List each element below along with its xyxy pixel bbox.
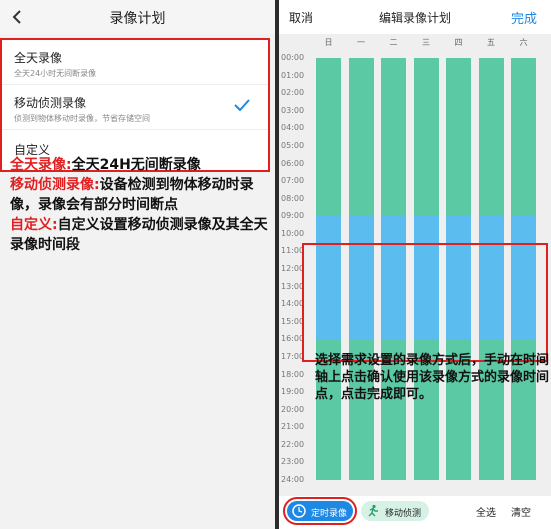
right-screen: 取消 编辑录像计划 完成 日 一 二 三 四 五 六 00:00 01:00 02:00 03:0…	[279, 0, 551, 529]
right-annotation: 选择需求设置的录像方式后，手动在时间轴上点击确认使用该录像方式的录像时间点，点击…	[315, 353, 550, 402]
clear-button[interactable]: 清空	[511, 504, 531, 519]
right-header: 取消 编辑录像计划 完成	[279, 0, 551, 34]
schedule-footer: 定时录像 移动侦测 全选 清空	[279, 496, 551, 529]
time-label: 24:00	[281, 475, 305, 484]
time-label: 10:00	[281, 228, 305, 238]
time-label: 23:00	[281, 457, 305, 467]
schedule-grid: 日 一 二 三 四 五 六 00:00 01:00 02:00 03:00 04:00 05:00 06…	[279, 34, 551, 496]
left-body: 全天录像 全天24小时无间断录像 移动侦测录像 侦测到物体移动时录像，节省存储空…	[0, 34, 275, 529]
time-label: 06:00	[281, 158, 305, 168]
day-label: 四	[454, 38, 463, 47]
page-title: 录像计划	[109, 11, 166, 27]
time-label: 22:00	[281, 439, 305, 449]
checkmark-icon	[234, 99, 250, 111]
motion-detect-button[interactable]: 移动侦测	[361, 501, 429, 521]
option-title: 全天录像	[14, 51, 63, 65]
time-label: 08:00	[281, 193, 305, 203]
running-person-icon	[368, 504, 378, 517]
timed-recording-button[interactable]: 定时录像	[283, 497, 357, 525]
selection-highlight	[302, 243, 548, 362]
time-label: 05:00	[281, 140, 305, 150]
option-subtitle: 侦测到物体移动时录像，节省存储空间	[14, 114, 150, 123]
time-label: 19:00	[281, 387, 305, 397]
time-label: 04:00	[281, 123, 305, 133]
left-annotation: 全天录像:全天24H无间断录像 移动侦测录像:设备检测到物体移动时录像，录像会有…	[10, 155, 268, 255]
annotation-label: 移动侦测录像:	[10, 177, 100, 193]
time-label: 07:00	[281, 176, 305, 186]
done-button[interactable]: 完成	[511, 8, 537, 27]
option-motion-detect[interactable]: 移动侦测录像 侦测到物体移动时录像，节省存储空间	[2, 85, 268, 130]
time-label: 09:00	[281, 211, 305, 221]
annotation-label: 自定义:	[10, 217, 58, 233]
option-title: 移动侦测录像	[14, 96, 87, 110]
day-label: 一	[357, 38, 365, 47]
day-header: 日一二三四五六	[279, 34, 551, 50]
time-label: 21:00	[281, 422, 305, 432]
time-label: 00:00	[281, 53, 305, 62]
left-header: 录像计划	[0, 0, 275, 34]
day-label: 六	[519, 38, 528, 47]
option-subtitle: 全天24小时无间断录像	[14, 69, 97, 78]
day-label: 五	[487, 38, 495, 47]
day-label: 日	[324, 38, 333, 47]
time-label: 20:00	[281, 404, 305, 414]
time-label: 03:00	[281, 105, 305, 115]
annotation-text: 全天24H无间断录像	[71, 157, 201, 173]
clock-icon	[292, 504, 306, 518]
time-label: 02:00	[281, 88, 305, 98]
left-screen: 录像计划 全天录像 全天24小时无间断录像 移动侦测录像 侦测到物体移动时录像，…	[0, 0, 275, 529]
day-label: 三	[422, 38, 430, 47]
option-all-day[interactable]: 全天录像 全天24小时无间断录像	[2, 40, 268, 85]
timed-recording-label: 定时录像	[311, 509, 348, 519]
options-list: 全天录像 全天24小时无间断录像 移动侦测录像 侦测到物体移动时录像，节省存储空…	[0, 38, 270, 172]
time-label: 01:00	[281, 70, 305, 80]
annotation-label: 全天录像:	[10, 157, 72, 173]
select-all-button[interactable]: 全选	[476, 504, 496, 519]
day-label: 二	[389, 38, 398, 47]
time-label: 18:00	[281, 369, 305, 379]
motion-detect-label: 移动侦测	[385, 509, 422, 519]
